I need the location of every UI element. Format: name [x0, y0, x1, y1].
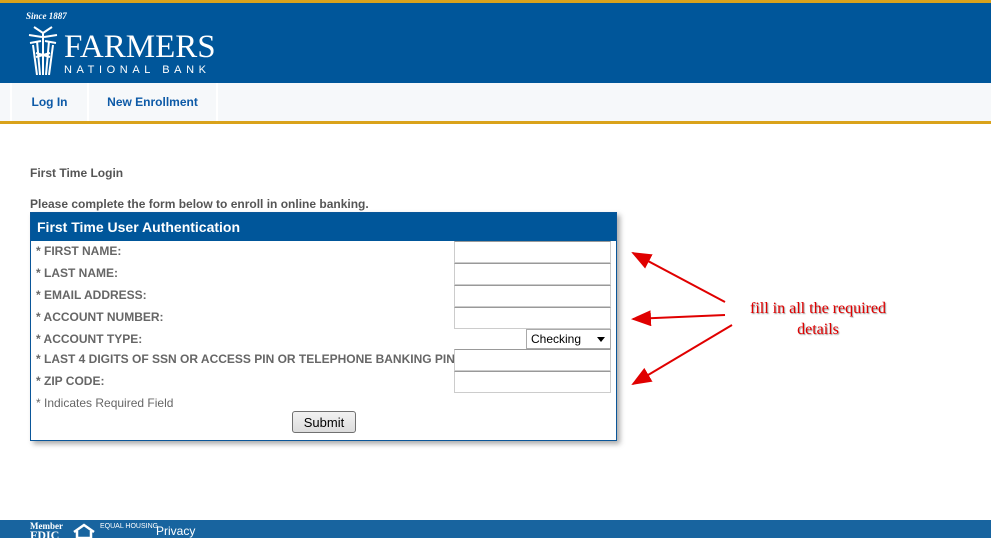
arrow-to-account-number: [631, 310, 726, 327]
arrow-to-zip: [631, 324, 733, 386]
arrow-to-first-name: [631, 252, 726, 303]
footer: Member FDIC EQUAL HOUSING Privacy: [0, 520, 991, 542]
equal-housing-icon: [73, 523, 95, 538]
fdic-text: FDIC: [30, 528, 60, 542]
fdic-logo: Member FDIC: [30, 522, 63, 542]
annotation-arrows: [631, 252, 733, 386]
privacy-link[interactable]: Privacy: [156, 524, 195, 538]
equal-housing-text: EQUAL HOUSING: [100, 523, 159, 530]
annotation-text: fill in all the required details: [750, 300, 886, 338]
